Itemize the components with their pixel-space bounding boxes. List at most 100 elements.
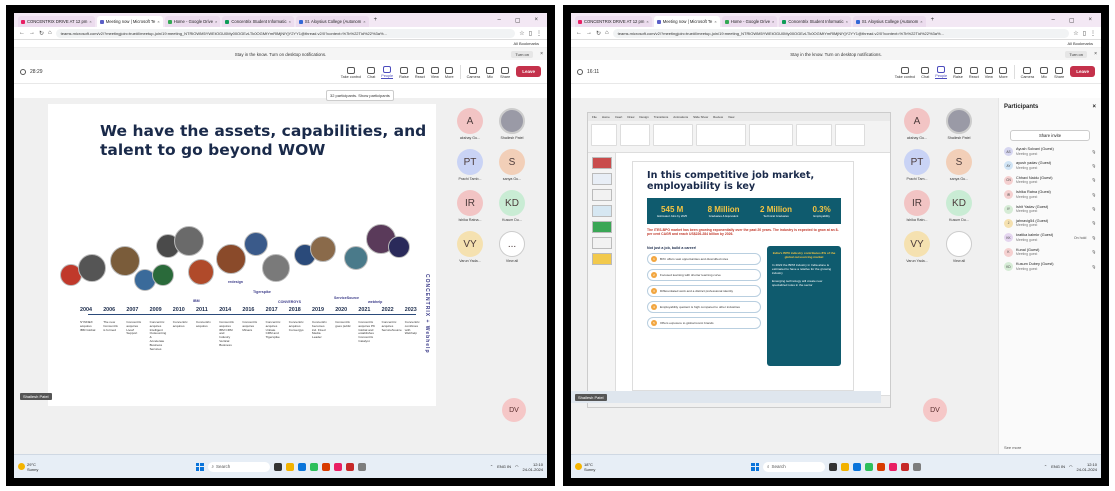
reload-icon[interactable]: ↻ <box>39 30 44 37</box>
participant-tile[interactable]: ... View all <box>496 231 528 263</box>
participant-tile[interactable]: Aakshay Gu... <box>901 108 933 140</box>
weather-widget[interactable]: 18°C Sunny <box>575 462 595 472</box>
menu-icon[interactable]: ⋮ <box>536 30 542 37</box>
windows-start-icon[interactable] <box>751 462 759 471</box>
browser-tab[interactable]: Meeting now | Microsoft Te × <box>96 16 163 27</box>
floating-avatar[interactable]: DV <box>923 398 947 422</box>
language-indicator[interactable]: ENG IN <box>1051 464 1065 469</box>
share-button[interactable]: Share <box>500 66 510 79</box>
tab-close-icon[interactable]: × <box>646 19 648 24</box>
extensions-icon[interactable]: ▯ <box>1083 30 1086 37</box>
tab-close-icon[interactable]: × <box>157 19 159 24</box>
tab-close-icon[interactable]: × <box>846 19 848 24</box>
browser-tab[interactable]: Home - Google Drive × <box>164 16 221 27</box>
tab-close-icon[interactable]: × <box>215 19 217 24</box>
participant-row[interactable]: AY ayush yadav (Guest) Meeting guest 🎙 <box>1004 161 1096 171</box>
share-button[interactable]: Share <box>1054 66 1064 79</box>
app-icon-2[interactable] <box>913 462 921 471</box>
maximize-icon[interactable]: ▢ <box>1066 17 1078 24</box>
participant-tile[interactable]: VY Varun Yada... <box>454 231 486 263</box>
raise-button[interactable]: Raise <box>399 66 409 79</box>
pdf-icon[interactable] <box>345 462 354 471</box>
slide-thumbnail[interactable] <box>591 221 612 233</box>
chat-button[interactable]: Chat <box>367 66 375 79</box>
participant-tile[interactable]: Shailesh Patel <box>496 108 528 140</box>
more-button[interactable]: More <box>445 66 454 79</box>
participant-tile[interactable]: PT Prachi Tamb... <box>454 149 486 181</box>
participant-row[interactable]: KK kratika kalmkr (Guest) Meeting guest On … <box>1004 233 1096 243</box>
tab-close-icon[interactable]: × <box>89 19 91 24</box>
close-icon[interactable]: × <box>540 51 543 57</box>
participant-tile[interactable]: KD Kusum Du... <box>496 190 528 222</box>
file-explorer-icon[interactable] <box>285 462 294 471</box>
chat-button[interactable]: Chat <box>921 66 929 79</box>
minimize-icon[interactable]: – <box>1048 17 1057 23</box>
maximize-icon[interactable]: ▢ <box>512 17 524 24</box>
chrome-icon[interactable] <box>309 462 318 471</box>
all-bookmarks-link[interactable]: All Bookmarks <box>1067 41 1093 46</box>
chevron-up-icon[interactable]: ⌃ <box>1044 464 1047 469</box>
turn-on-button[interactable]: Turn on <box>1065 50 1087 58</box>
tab-close-icon[interactable]: × <box>920 19 922 24</box>
participant-row[interactable]: AS Ayush Solvani (Guest) Meeting guest 🎙 <box>1004 147 1096 157</box>
minimize-icon[interactable]: – <box>494 17 503 23</box>
close-window-icon[interactable]: × <box>1085 17 1095 23</box>
home-icon[interactable]: ⌂ <box>48 30 52 36</box>
forward-icon[interactable]: → <box>586 30 592 36</box>
tab-close-icon[interactable]: × <box>289 19 291 24</box>
more-button[interactable]: More <box>999 66 1008 79</box>
all-bookmarks-link[interactable]: All Bookmarks <box>513 41 539 46</box>
new-tab-icon[interactable]: + <box>928 17 938 23</box>
file-explorer-icon[interactable] <box>841 462 849 471</box>
browser-tab[interactable]: CONCENTRIX DRIVE AT 12 pm × <box>575 16 652 27</box>
back-icon[interactable]: ← <box>576 30 582 36</box>
chrome-icon[interactable] <box>865 462 873 471</box>
browser-tab[interactable]: St. Aloysius College (Autonom × <box>852 16 926 27</box>
participant-tile[interactable]: Aakshay Gu... <box>454 108 486 140</box>
take-control-button[interactable]: Take control <box>341 66 361 79</box>
floating-avatar[interactable]: DV <box>502 398 526 422</box>
office-icon[interactable] <box>877 462 885 471</box>
url-field[interactable]: teams.microsoft.com/v2/?meetingjoin=true… <box>55 28 516 38</box>
mic-button[interactable]: Mic <box>1040 66 1049 79</box>
home-icon[interactable]: ⌂ <box>605 30 609 36</box>
view-button[interactable]: View <box>985 66 993 79</box>
react-button[interactable]: React <box>969 66 979 79</box>
browser-tab[interactable]: CONCENTRIX DRIVE AT 12 pm × <box>18 16 95 27</box>
slide-thumbnail[interactable] <box>591 157 612 169</box>
browser-tab[interactable]: St. Aloysius College (Autonom × <box>295 16 369 27</box>
app-icon-2[interactable] <box>357 462 366 471</box>
browser-tab[interactable]: Concentrix Student Informatic × <box>222 16 294 27</box>
camera-button[interactable]: Camera <box>1021 66 1034 79</box>
participant-tile[interactable]: View all <box>943 231 975 263</box>
app-icon[interactable] <box>333 462 342 471</box>
participant-tile[interactable]: IR Ishika Ratn... <box>901 190 933 222</box>
browser-tab[interactable]: Home - Google Drive × <box>721 16 778 27</box>
windows-start-icon[interactable] <box>195 462 204 471</box>
url-field[interactable]: teams.microsoft.com/v2/?meetingjoin=true… <box>612 28 1070 38</box>
back-icon[interactable]: ← <box>19 30 25 36</box>
mic-button[interactable]: Mic <box>486 66 495 79</box>
camera-button[interactable]: Camera <box>467 66 480 79</box>
new-tab-icon[interactable]: + <box>371 17 381 23</box>
react-button[interactable]: React <box>415 66 425 79</box>
chevron-up-icon[interactable]: ⌃ <box>490 464 493 469</box>
edge-icon[interactable] <box>853 462 861 471</box>
participant-tile[interactable]: PT Prachi Tam... <box>901 149 933 181</box>
participant-row[interactable]: KD Kusum Dubey (Guest) Meeting guest 🎙 <box>1004 262 1096 272</box>
leave-button[interactable]: Leave <box>516 66 541 77</box>
participant-tile[interactable]: Ssanya Gu... <box>496 149 528 181</box>
take-control-button[interactable]: Take control <box>895 66 915 79</box>
app-icon[interactable] <box>889 462 897 471</box>
see-more-link[interactable]: See more <box>1004 445 1021 450</box>
taskbar-search[interactable]: ⌕ Search <box>207 461 270 472</box>
edge-icon[interactable] <box>297 462 306 471</box>
close-icon[interactable]: × <box>1092 104 1096 110</box>
participant-tile[interactable]: Shailesh Patel <box>943 108 975 140</box>
slide-thumbnail[interactable] <box>591 253 612 265</box>
tab-close-icon[interactable]: × <box>363 19 365 24</box>
office-icon[interactable] <box>321 462 330 471</box>
taskview-icon[interactable] <box>829 462 837 471</box>
participant-row[interactable]: IR Ishika Ratna (Guest) Meeting guest 🎙 <box>1004 190 1096 200</box>
leave-button[interactable]: Leave <box>1070 66 1095 77</box>
